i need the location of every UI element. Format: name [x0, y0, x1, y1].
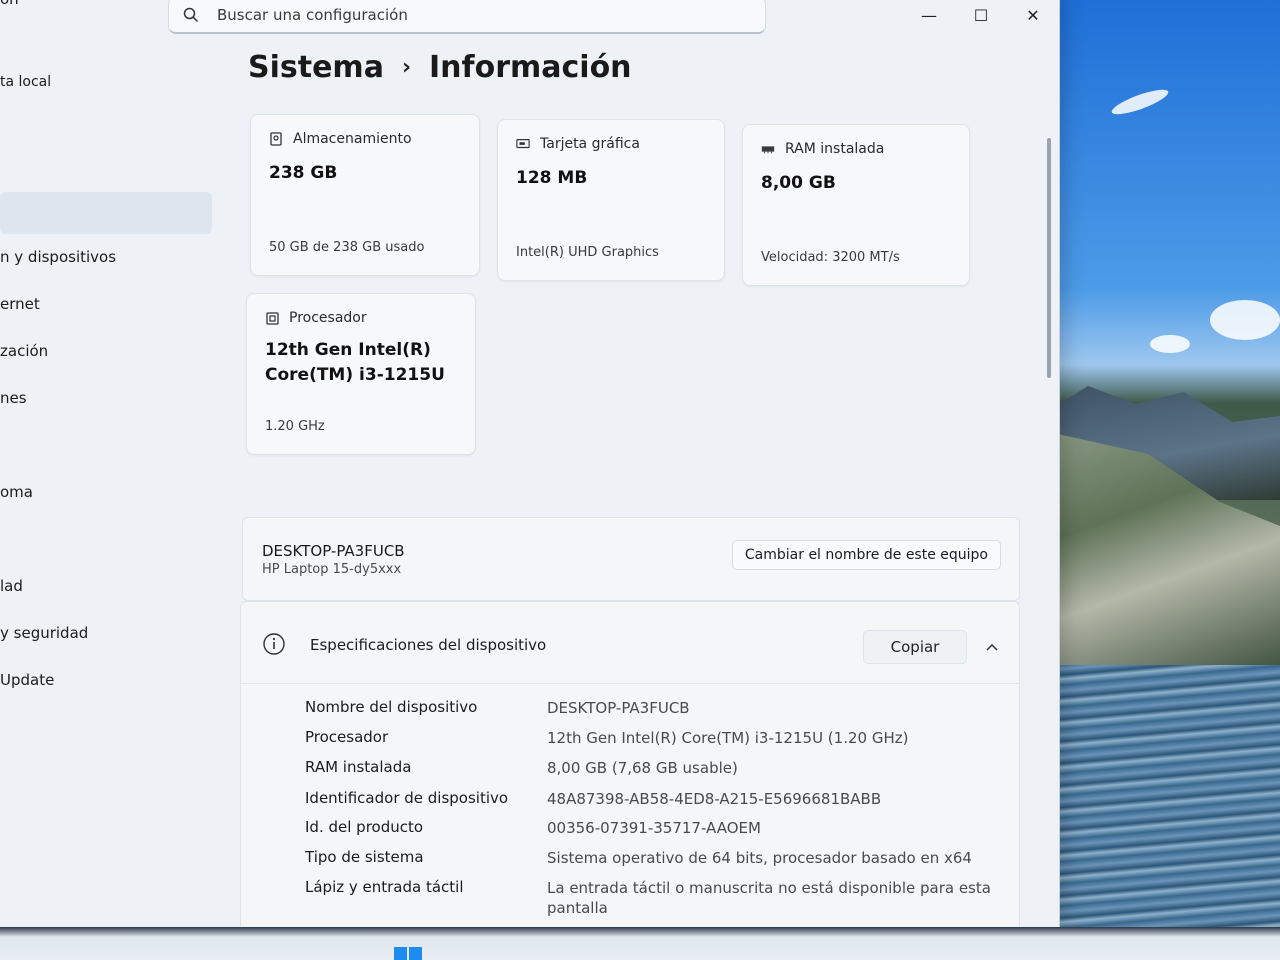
cpu-value-line2: Core(TM) i3-1215U	[265, 365, 445, 385]
breadcrumb-separator: ›	[401, 55, 412, 80]
ram-value: 8,00 GB	[761, 173, 836, 193]
spec-value[interactable]: DESKTOP-PA3FUCB	[547, 698, 1005, 718]
spec-value[interactable]: Sistema operativo de 64 bits, procesador…	[547, 848, 1005, 868]
windows-start-icon[interactable]	[394, 947, 422, 960]
ram-card[interactable]: RAM instalada 8,00 GB Velocidad: 3200 MT…	[742, 124, 970, 286]
specs-title: Especificaciones del dispositivo	[310, 636, 547, 654]
settings-window: — ☐ ✕ ón ta local n y dispositivos ernet…	[0, 0, 1060, 927]
spec-value[interactable]: 00356-07391-35717-AAOEM	[547, 818, 1005, 838]
sidebar: ón ta local n y dispositivos ernet zació…	[0, 0, 220, 927]
chevron-up-icon[interactable]	[985, 642, 999, 652]
ram-title: RAM instalada	[785, 141, 885, 157]
cpu-card[interactable]: Procesador 12th Gen Intel(R) Core(TM) i3…	[246, 293, 476, 455]
spec-value[interactable]: 48A87398-AB58-4ED8-A215-E5696681BABB	[547, 789, 1005, 809]
ram-icon	[761, 142, 775, 156]
device-specs-panel: Especificaciones del dispositivo Copiar …	[240, 601, 1020, 927]
minimize-button[interactable]: —	[903, 0, 955, 30]
sidebar-item-account[interactable]: ta local	[0, 74, 51, 90]
spec-key: Id. del producto	[305, 818, 424, 836]
gpu-card[interactable]: Tarjeta gráfica 128 MB Intel(R) UHD Grap…	[497, 119, 725, 281]
spec-key: Procesador	[305, 728, 389, 746]
breadcrumb: Sistema › Información	[248, 50, 632, 85]
spec-key: Identificador de dispositivo	[305, 789, 509, 807]
close-button[interactable]: ✕	[1007, 0, 1059, 30]
rename-pc-button[interactable]: Cambiar el nombre de este equipo	[731, 540, 1001, 570]
device-name-panel: DESKTOP-PA3FUCB HP Laptop 15-dy5xxx Camb…	[242, 517, 1020, 601]
sidebar-item-apps[interactable]: nes	[0, 389, 27, 407]
desktop-wallpaper	[1040, 0, 1280, 960]
specs-header[interactable]: Especificaciones del dispositivo Copiar	[241, 602, 1019, 684]
cpu-value: 12th Gen Intel(R) Core(TM) i3-1215U	[265, 338, 445, 388]
spec-row: Nombre del dispositivo DESKTOP-PA3FUCB	[305, 698, 1005, 718]
sidebar-item-accessibility[interactable]: lad	[0, 577, 23, 595]
cloud	[1150, 335, 1190, 353]
sidebar-item-privacy[interactable]: y seguridad	[0, 624, 88, 642]
info-icon	[263, 633, 285, 655]
gpu-icon	[516, 137, 530, 151]
maximize-button[interactable]: ☐	[955, 0, 1007, 30]
sidebar-item-selected[interactable]	[0, 192, 212, 234]
sidebar-item-language[interactable]: oma	[0, 483, 33, 501]
spec-row: Identificador de dispositivo 48A87398-AB…	[305, 789, 1005, 809]
storage-card[interactable]: Almacenamiento 238 GB 50 GB de 238 GB us…	[250, 114, 480, 276]
sidebar-item-personalization[interactable]: zación	[0, 342, 48, 360]
gpu-value: 128 MB	[516, 168, 588, 188]
device-model: HP Laptop 15-dy5xxx	[262, 562, 402, 577]
device-name: DESKTOP-PA3FUCB	[262, 542, 405, 560]
breadcrumb-parent[interactable]: Sistema	[248, 50, 384, 85]
gpu-name: Intel(R) UHD Graphics	[516, 245, 659, 260]
spec-row: Procesador 12th Gen Intel(R) Core(TM) i3…	[305, 728, 1005, 748]
spec-row: Id. del producto 00356-07391-35717-AAOEM	[305, 818, 1005, 838]
search-input[interactable]	[217, 5, 697, 24]
processor-icon	[265, 311, 279, 325]
window-controls: — ☐ ✕	[903, 0, 1059, 30]
water	[1040, 665, 1280, 960]
storage-usage: 50 GB de 238 GB usado	[269, 240, 425, 255]
spec-key: Nombre del dispositivo	[305, 698, 478, 716]
cloud	[1210, 300, 1280, 340]
sidebar-item-update[interactable]: Update	[0, 671, 54, 689]
spec-value[interactable]: 8,00 GB (7,68 GB usable)	[547, 758, 1005, 778]
storage-title: Almacenamiento	[293, 131, 412, 147]
sidebar-item-0[interactable]: ón	[0, 0, 19, 8]
spec-key: RAM instalada	[305, 758, 412, 776]
spec-key: Tipo de sistema	[305, 848, 424, 866]
spec-value[interactable]: 12th Gen Intel(R) Core(TM) i3-1215U (1.2…	[547, 728, 1005, 748]
gpu-title: Tarjeta gráfica	[540, 136, 640, 152]
page-title: Información	[429, 50, 632, 85]
scrollbar-thumb[interactable]	[1047, 138, 1051, 378]
spec-row: Lápiz y entrada táctil La entrada táctil…	[305, 878, 1005, 918]
spec-row: RAM instalada 8,00 GB (7,68 GB usable)	[305, 758, 1005, 778]
ram-speed: Velocidad: 3200 MT/s	[761, 250, 900, 265]
storage-value: 238 GB	[269, 163, 338, 183]
taskbar	[0, 927, 1280, 960]
sidebar-item-bluetooth[interactable]: n y dispositivos	[0, 248, 116, 266]
cloud	[1109, 85, 1171, 119]
spec-row: Tipo de sistema Sistema operativo de 64 …	[305, 848, 1005, 868]
spec-value[interactable]: La entrada táctil o manuscrita no está d…	[547, 878, 1005, 918]
cpu-speed: 1.20 GHz	[265, 419, 325, 434]
copy-button[interactable]: Copiar	[863, 630, 967, 664]
spec-key: Lápiz y entrada táctil	[305, 878, 464, 896]
search-box[interactable]	[168, 0, 766, 34]
storage-icon	[269, 132, 283, 146]
cpu-title: Procesador	[289, 310, 367, 326]
sidebar-item-network[interactable]: ernet	[0, 295, 40, 313]
cpu-value-line1: 12th Gen Intel(R)	[265, 340, 431, 360]
